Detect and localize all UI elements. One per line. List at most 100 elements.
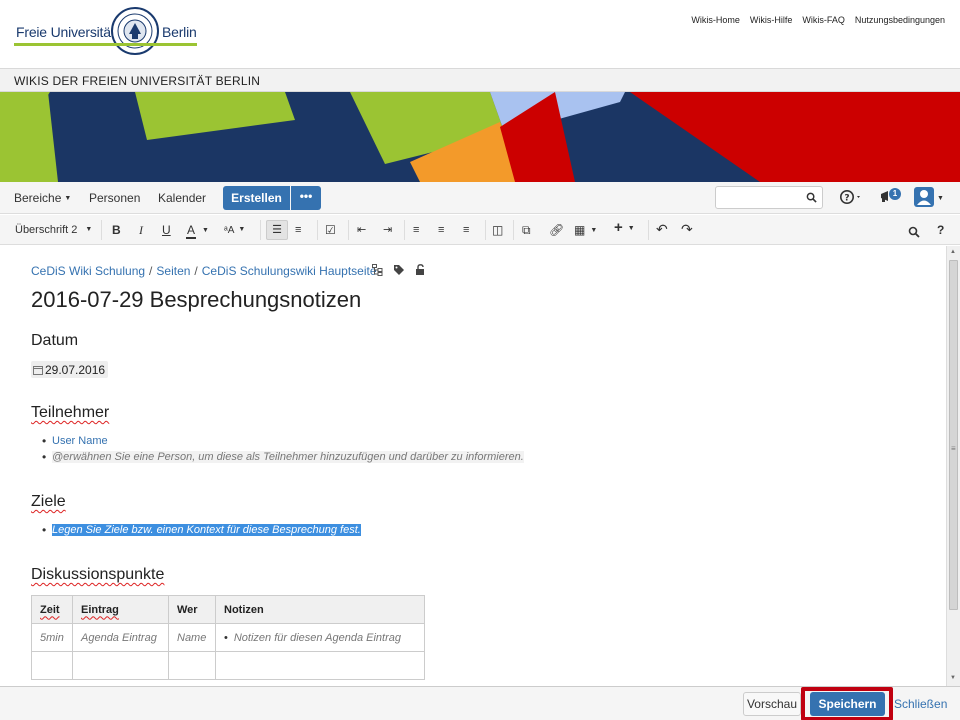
align-right-button[interactable]: ≡ bbox=[463, 222, 469, 238]
insert-files-button[interactable]: ⧉ bbox=[522, 222, 531, 238]
nav-spaces-label: Bereiche bbox=[14, 191, 62, 205]
page-title[interactable]: 2016-07-29 Besprechungsnotizen bbox=[31, 287, 361, 313]
table-cell[interactable] bbox=[31, 651, 73, 680]
text-color-button[interactable]: A ▼ bbox=[186, 222, 209, 239]
toolbar-divider bbox=[260, 220, 261, 240]
fu-berlin-logo[interactable]: Freie Universität Berlin bbox=[14, 6, 199, 58]
insert-table-button[interactable]: ▦ ▼ bbox=[574, 222, 597, 238]
formatting-more-button[interactable]: ᵃA ▼ bbox=[224, 222, 245, 238]
underline-button[interactable]: U bbox=[162, 222, 171, 238]
mention-placeholder: @erwähnen Sie eine Person, um diese als … bbox=[52, 451, 524, 463]
table-row: 5min Agenda Eintrag Name • Notizen für di… bbox=[31, 623, 425, 652]
save-button[interactable]: Speichern bbox=[810, 692, 885, 716]
column-header-entry[interactable]: Eintrag bbox=[72, 595, 169, 624]
list-item[interactable]: User Name bbox=[42, 433, 524, 449]
nav-calendar[interactable]: Kalender bbox=[158, 191, 206, 205]
toolbar-divider bbox=[513, 220, 514, 240]
scroll-down-arrow-icon[interactable]: ▼ bbox=[950, 675, 956, 681]
chevron-down-icon: ▼ bbox=[627, 225, 635, 232]
close-link[interactable]: Schließen bbox=[894, 697, 947, 711]
task-list-button[interactable]: ☑ bbox=[325, 222, 336, 238]
heading-goals[interactable]: Ziele bbox=[31, 493, 66, 511]
toolbar-divider bbox=[485, 220, 486, 240]
toolbar-divider bbox=[317, 220, 318, 240]
top-link-wikis-home[interactable]: Wikis-Home bbox=[691, 15, 740, 25]
logo-underline bbox=[14, 43, 197, 46]
table-cell[interactable] bbox=[168, 651, 216, 680]
undo-button[interactable]: ↶ bbox=[656, 221, 668, 237]
table-cell[interactable] bbox=[215, 651, 425, 680]
bold-button[interactable]: B bbox=[112, 222, 121, 238]
chevron-down-icon: ▼ bbox=[202, 227, 209, 234]
align-center-button[interactable]: ≡ bbox=[438, 222, 444, 238]
toolbar-divider bbox=[404, 220, 405, 240]
create-button[interactable]: Erstellen bbox=[223, 186, 290, 210]
column-header-notes[interactable]: Notizen bbox=[215, 595, 425, 624]
column-header-who[interactable]: Wer bbox=[168, 595, 216, 624]
scroll-up-arrow-icon[interactable]: ▲ bbox=[950, 249, 956, 255]
indent-button[interactable]: ⇥ bbox=[383, 222, 392, 238]
nav-spaces[interactable]: Bereiche ▼ bbox=[14, 191, 71, 205]
unlock-icon[interactable] bbox=[415, 264, 426, 276]
toolbar-divider bbox=[101, 220, 102, 240]
scroll-thumb[interactable]: ≡ bbox=[949, 260, 958, 610]
nav-people[interactable]: Personen bbox=[89, 191, 140, 205]
top-link-wikis-help[interactable]: Wikis-Hilfe bbox=[750, 15, 793, 25]
heading-participants[interactable]: Teilnehmer bbox=[31, 404, 109, 422]
discussion-table[interactable]: Zeit Eintrag Wer Notizen 5min Agenda Ein… bbox=[31, 595, 425, 680]
list-item[interactable]: @erwähnen Sie eine Person, um diese als … bbox=[42, 449, 524, 465]
page-tree-icon[interactable] bbox=[372, 264, 383, 276]
search-input[interactable] bbox=[715, 186, 823, 209]
chevron-down-icon: ▼ bbox=[85, 226, 93, 233]
table-cell[interactable] bbox=[72, 651, 169, 680]
help-menu[interactable]: ? bbox=[840, 189, 864, 210]
italic-button[interactable]: I bbox=[139, 222, 143, 238]
find-replace-icon[interactable] bbox=[908, 224, 920, 240]
user-avatar[interactable] bbox=[914, 187, 934, 207]
numbered-list-button[interactable]: ≡ bbox=[295, 222, 301, 238]
insert-link-button[interactable]: 🔗︎ bbox=[549, 222, 564, 238]
top-link-terms[interactable]: Nutzungsbedingungen bbox=[855, 15, 945, 25]
user-mention[interactable]: User Name bbox=[52, 435, 108, 447]
insert-more-button[interactable]: + ▼ bbox=[614, 220, 635, 236]
editor-content[interactable]: CeDiS Wiki Schulung / Seiten / CeDiS Schulun… bbox=[0, 246, 946, 686]
paragraph-style-dropdown[interactable]: Überschrift 2 ▼ bbox=[15, 222, 92, 238]
create-more-button[interactable]: ••• bbox=[291, 186, 321, 210]
heading-discussion[interactable]: Diskussionspunkte bbox=[31, 566, 164, 584]
page-layout-button[interactable]: ◫ bbox=[492, 222, 503, 238]
date-lozenge[interactable]: 29.07.2016 bbox=[31, 361, 109, 378]
list-item[interactable]: Legen Sie Ziele bzw. einen Kontext für d… bbox=[42, 522, 361, 538]
column-header-time[interactable]: Zeit bbox=[31, 595, 73, 624]
user-menu-chevron-icon[interactable]: ▼ bbox=[937, 195, 944, 202]
breadcrumb: CeDiS Wiki Schulung / Seiten / CeDiS Schulun… bbox=[31, 264, 377, 278]
outdent-button[interactable]: ⇤ bbox=[357, 222, 366, 238]
label-tag-icon[interactable] bbox=[393, 264, 405, 276]
vertical-scrollbar[interactable]: ▲ ≡ ▼ bbox=[946, 246, 960, 686]
wiki-title-bar: WIKIS DER FREIEN UNIVERSITÄT BERLIN bbox=[0, 68, 960, 92]
table-cell[interactable]: Agenda Eintrag bbox=[72, 623, 169, 652]
table-cell[interactable]: Name bbox=[168, 623, 216, 652]
user-icon bbox=[917, 190, 931, 205]
editor-footer: Vorschau Speichern Schließen bbox=[0, 686, 960, 720]
breadcrumb-item[interactable]: Seiten bbox=[156, 264, 190, 278]
bullet-list-button[interactable]: ☰ bbox=[266, 220, 288, 240]
table-row bbox=[31, 651, 425, 680]
align-left-button[interactable]: ≡ bbox=[413, 222, 419, 238]
redo-button[interactable]: ↷ bbox=[681, 221, 693, 237]
wiki-title: WIKIS DER FREIEN UNIVERSITÄT BERLIN bbox=[14, 74, 261, 88]
notes-placeholder: Notizen für diesen Agenda Eintrag bbox=[233, 631, 402, 644]
breadcrumb-actions bbox=[372, 264, 426, 276]
keyboard-help-icon[interactable]: ? bbox=[937, 222, 944, 238]
university-header: Freie Universität Berlin Wikis-Home Wiki… bbox=[0, 0, 960, 68]
heading-date[interactable]: Datum bbox=[31, 332, 78, 350]
toolbar-divider bbox=[348, 220, 349, 240]
preview-button[interactable]: Vorschau bbox=[743, 692, 801, 716]
breadcrumb-item[interactable]: CeDiS Wiki Schulung bbox=[31, 264, 145, 278]
top-link-wikis-faq[interactable]: Wikis-FAQ bbox=[802, 15, 845, 25]
breadcrumb-item[interactable]: CeDiS Schulungswiki Hauptseite bbox=[202, 264, 377, 278]
table-cell[interactable]: • Notizen für diesen Agenda Eintrag bbox=[215, 623, 425, 652]
notification-count-badge: 1 bbox=[889, 188, 901, 200]
date-value: 29.07.2016 bbox=[45, 363, 106, 377]
table-cell[interactable]: 5min bbox=[31, 623, 73, 652]
logo-text-left: Freie Universität bbox=[16, 24, 115, 40]
